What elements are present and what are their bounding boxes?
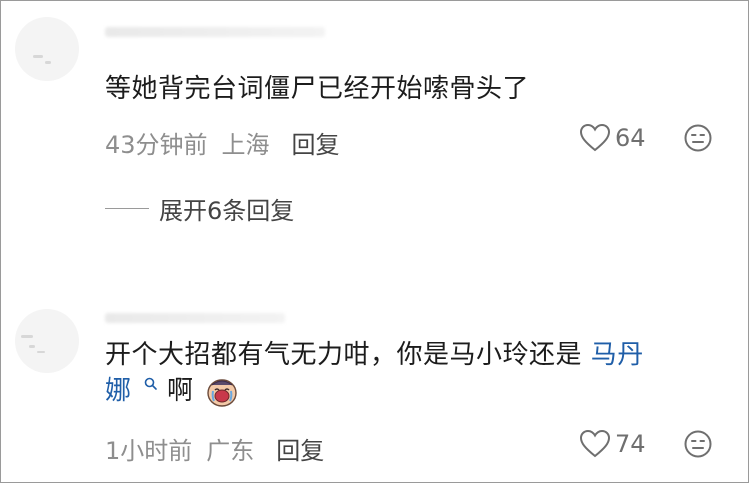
username-blurred[interactable] — [105, 27, 325, 37]
expand-replies-label: 展开6条回复 — [159, 197, 295, 225]
comment-location: 广东 — [206, 437, 255, 465]
search-link-part2[interactable]: 娜 — [105, 376, 132, 406]
search-icon[interactable] — [144, 377, 158, 391]
comment-suffix: 啊 — [167, 376, 194, 406]
heart-icon — [579, 429, 611, 458]
dislike-face-icon — [684, 124, 712, 152]
expand-replies-button[interactable]: 展开6条回复 — [105, 191, 294, 226]
like-count: 74 — [615, 430, 646, 458]
avatar[interactable] — [15, 17, 79, 81]
avatar[interactable] — [15, 309, 79, 373]
heart-icon — [579, 123, 611, 152]
comment-text: 开个大招都有气无力咁，你是马小玲还是 马丹 娜 啊 — [105, 337, 725, 409]
expand-divider-line — [105, 208, 149, 209]
crying-emoji-icon — [207, 378, 238, 407]
reply-button[interactable]: 回复 — [292, 125, 340, 160]
username-blurred[interactable] — [105, 313, 285, 323]
like-button[interactable]: 74 — [579, 429, 646, 459]
dislike-face-icon — [684, 430, 712, 458]
dislike-button[interactable] — [683, 429, 713, 463]
comment-body: 开个大招都有气无力咁，你是马小玲还是 — [105, 340, 583, 370]
comment-time: 43分钟前 — [105, 131, 208, 159]
comment-meta: 43分钟前 上海 回复 — [105, 125, 340, 160]
comment-panel: 等她背完台词僵尸已经开始嗦骨头了 43分钟前 上海 回复 64 展开6条回复 开… — [0, 0, 749, 483]
dislike-button[interactable] — [683, 123, 713, 157]
comment-text: 等她背完台词僵尸已经开始嗦骨头了 — [105, 74, 530, 104]
comment-time: 1小时前 — [105, 437, 193, 465]
like-count: 64 — [615, 124, 646, 152]
comment-location: 上海 — [221, 131, 270, 159]
comment-meta: 1小时前 广东 回复 — [105, 431, 324, 466]
reply-button[interactable]: 回复 — [276, 431, 324, 466]
search-link-part1[interactable]: 马丹 — [591, 340, 644, 370]
like-button[interactable]: 64 — [579, 123, 646, 153]
